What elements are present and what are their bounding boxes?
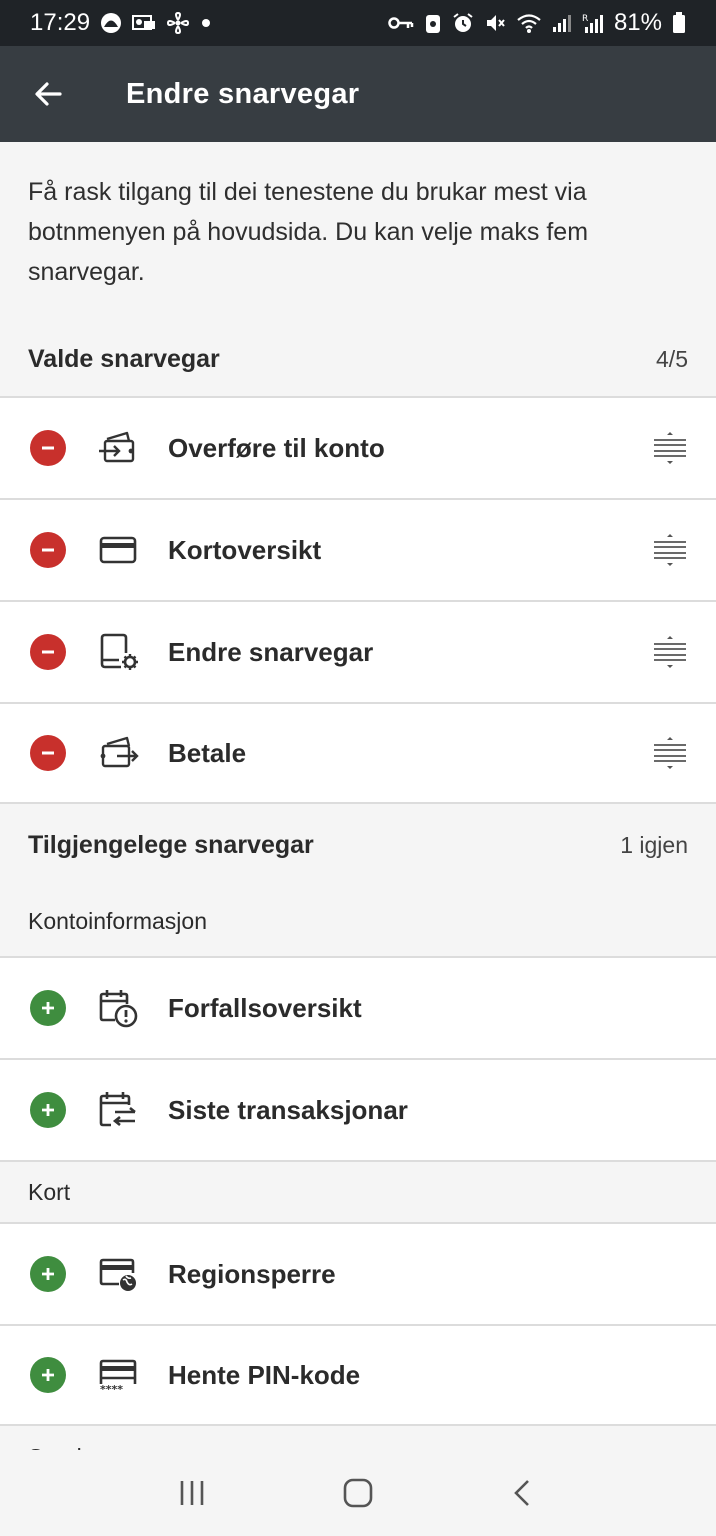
remove-button[interactable] [30,532,66,568]
plus-icon [42,1268,54,1280]
add-button[interactable] [30,990,66,1026]
battery-icon [672,12,686,34]
svg-text:R: R [582,14,588,24]
fan-icon [166,11,190,35]
back-button[interactable] [0,46,96,142]
nav-back-button[interactable] [493,1463,553,1523]
selected-section-title: Valde snarvegar [28,344,220,373]
alarm-icon [452,12,474,34]
recents-button[interactable] [163,1463,223,1523]
plus-icon [42,1002,54,1014]
arrow-left-icon [35,82,62,106]
home-icon [343,1478,373,1508]
available-item-regionsperre[interactable]: Regionsperre [0,1222,716,1324]
selected-item-betale[interactable]: Betale [0,702,716,804]
wifi-icon [516,12,542,34]
back-chevron-icon [514,1480,530,1506]
item-label: Overføre til konto [168,432,385,463]
key-icon [388,15,414,31]
content[interactable]: Få rask tilgang til dei tenestene du bru… [0,142,716,1450]
card-pin-icon: **** [96,1353,140,1397]
add-button[interactable] [30,1092,66,1128]
group-header-kort: Kort [0,1160,716,1222]
card-globe-icon [96,1252,140,1296]
calendar-alert-icon [96,986,140,1030]
drag-handle[interactable] [650,428,690,468]
mute-icon [484,12,506,34]
item-label: Forfallsoversikt [168,992,362,1023]
item-label: Regionsperre [168,1258,336,1289]
drag-handle[interactable] [650,733,690,773]
available-section-title: Tilgjengelege snarvegar [28,830,314,859]
pay-icon [96,731,140,775]
status-bar: 17:29 R 81% [0,0,716,46]
selected-item-overfore[interactable]: Overføre til konto [0,396,716,498]
signal-roaming-icon: R [582,12,604,34]
status-time: 17:29 [30,9,91,36]
available-item-forfallsoversikt[interactable]: Forfallsoversikt [0,956,716,1058]
selected-section-header: Valde snarvegar 4/5 [0,322,716,396]
minus-icon [42,650,54,654]
item-label: Endre snarvegar [168,636,374,667]
available-count: 1 igjen [620,831,688,858]
page-title: Endre snarvegar [126,77,360,110]
signal-icon [552,13,572,33]
available-item-siste-transaksjonar[interactable]: Siste transaksjonar [0,1058,716,1160]
plus-icon [42,1104,54,1116]
add-button[interactable] [30,1357,66,1393]
add-button[interactable] [30,1256,66,1292]
group-header-sparing: Sparing [0,1426,716,1450]
remove-button[interactable] [30,735,66,771]
minus-icon [42,446,54,450]
intro-text: Få rask tilgang til dei tenestene du bru… [28,178,589,286]
battery-percent: 81% [613,9,662,36]
item-label: Hente PIN-kode [168,1359,361,1390]
drag-handle-icon [654,636,686,668]
card-icon [96,528,140,572]
message-icon [132,13,156,33]
svg-text:****: **** [100,1383,123,1396]
calendar-transfer-icon [96,1088,140,1132]
system-nav-bar [0,1450,716,1536]
selected-item-kortoversikt[interactable]: Kortoversikt [0,498,716,600]
remove-button[interactable] [30,430,66,466]
plus-icon [42,1369,54,1381]
available-item-hente-pin-kode[interactable]: **** Hente PIN-kode [0,1324,716,1426]
selected-count: 4/5 [656,345,688,372]
home-button[interactable] [328,1463,388,1523]
app-icon [100,12,122,34]
item-label: Siste transaksjonar [168,1094,408,1125]
group-header-kontoinformasjon: Kontoinformasjon [0,886,716,956]
drag-handle[interactable] [650,632,690,672]
minus-icon [42,548,54,552]
drag-handle[interactable] [650,530,690,570]
drag-handle-icon [654,534,686,566]
drag-handle-icon [654,432,686,464]
security-icon [424,12,442,34]
selected-item-endre-snarvegar[interactable]: Endre snarvegar [0,600,716,702]
recents-icon [180,1481,203,1505]
item-label: Kortoversikt [168,534,322,565]
dot-icon [200,17,212,29]
transfer-account-icon [96,426,140,470]
available-section-header: Tilgjengelege snarvegar 1 igjen [0,804,716,886]
device-settings-icon [96,630,140,674]
minus-icon [42,751,54,755]
item-label: Betale [168,737,247,768]
remove-button[interactable] [30,634,66,670]
drag-handle-icon [654,737,686,769]
app-bar: Endre snarvegar [0,46,716,142]
